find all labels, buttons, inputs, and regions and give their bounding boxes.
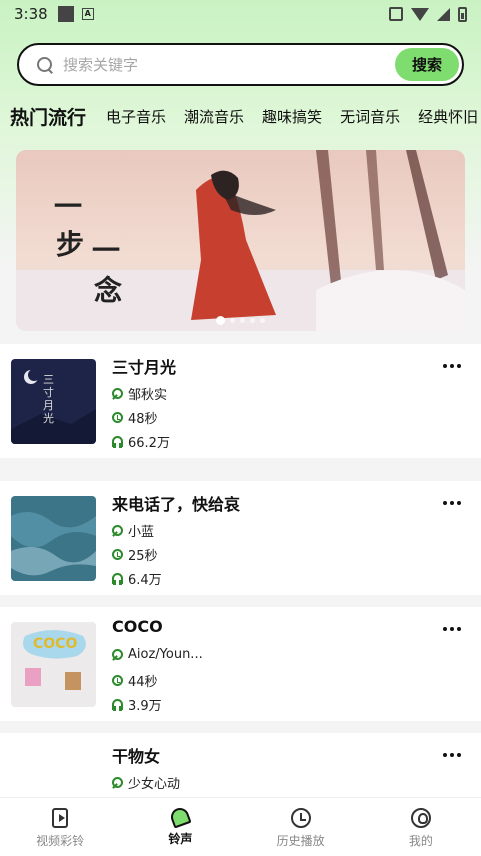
song-item[interactable]: 来电话了，快给哀 小蓝 25秒 6.4万 xyxy=(0,481,481,595)
headphones-icon xyxy=(112,573,123,585)
profile-icon xyxy=(410,808,431,828)
song-plays: 3.9万 xyxy=(112,695,162,714)
banner-carousel[interactable]: 一 步 一 念 xyxy=(16,150,465,331)
search-icon xyxy=(37,56,53,73)
pagination-dot[interactable] xyxy=(260,318,265,323)
song-artist: 小蓝 xyxy=(112,521,154,540)
mic-icon xyxy=(112,388,123,399)
status-bar: 3:38 A xyxy=(0,0,481,28)
wifi-icon xyxy=(411,7,429,21)
pagination-dot[interactable] xyxy=(216,316,225,325)
song-title: 三寸月光 xyxy=(112,358,177,377)
song-duration: 44秒 xyxy=(112,671,158,690)
vibrate-icon xyxy=(389,7,403,21)
tab-electronic[interactable]: 电子音乐 xyxy=(106,106,166,127)
song-title: 来电话了，快给哀 xyxy=(112,495,241,514)
song-title: COCO xyxy=(112,617,163,636)
signal-icon xyxy=(437,7,450,21)
bell-icon xyxy=(168,805,192,829)
headphones-icon xyxy=(112,699,123,711)
nav-ringtone[interactable]: 铃声 xyxy=(120,798,240,856)
song-cover: COCO xyxy=(11,622,96,707)
category-tabs: 热门流行 电子音乐 潮流音乐 趣味搞笑 无词音乐 经典怀旧 xyxy=(0,98,481,134)
nav-history[interactable]: 历史播放 xyxy=(241,798,361,856)
tab-instrumental[interactable]: 无词音乐 xyxy=(340,106,400,127)
song-artist: 邹秋实 xyxy=(112,384,167,403)
mic-icon xyxy=(112,777,123,788)
clock-icon xyxy=(112,675,123,686)
song-title: 干物女 xyxy=(112,747,161,766)
tab-trend[interactable]: 潮流音乐 xyxy=(184,106,244,127)
headphones-icon xyxy=(112,436,123,448)
status-time: 3:38 xyxy=(14,5,48,23)
tab-funny[interactable]: 趣味搞笑 xyxy=(262,106,322,127)
song-plays: 6.4万 xyxy=(112,569,162,588)
search-bar[interactable]: 搜索 xyxy=(17,43,464,86)
more-options-icon[interactable] xyxy=(443,753,461,759)
clock-icon xyxy=(112,549,123,560)
search-input[interactable] xyxy=(63,55,383,74)
banner-pagination[interactable] xyxy=(16,316,465,325)
tab-classic[interactable]: 经典怀旧 xyxy=(418,106,478,127)
pagination-dot[interactable] xyxy=(250,318,255,323)
pagination-dot[interactable] xyxy=(230,318,235,323)
mic-icon xyxy=(112,649,123,660)
pagination-dot[interactable] xyxy=(240,318,245,323)
search-button[interactable]: 搜索 xyxy=(395,48,459,81)
song-item[interactable]: 三寸月光 三寸月光 邹秋实 48秒 66.2万 xyxy=(0,344,481,458)
clock-icon xyxy=(112,412,123,423)
song-duration: 48秒 xyxy=(112,408,158,427)
song-artist: 少女心动 xyxy=(112,773,180,792)
more-options-icon[interactable] xyxy=(443,364,461,370)
song-plays: 66.2万 xyxy=(112,432,170,451)
song-cover: 三寸月光 xyxy=(11,359,96,444)
mic-icon xyxy=(112,525,123,536)
nav-profile[interactable]: 我的 xyxy=(361,798,481,856)
song-artist: Aioz/Youn... xyxy=(112,647,203,662)
banner-calligraphy: 一 步 一 念 xyxy=(54,190,123,307)
video-icon xyxy=(52,808,69,828)
song-item[interactable]: 干物女 少女心动 xyxy=(0,733,481,797)
more-options-icon[interactable] xyxy=(443,501,461,507)
tab-popular[interactable]: 热门流行 xyxy=(10,103,86,130)
bottom-navigation: 视频彩铃 铃声 历史播放 我的 xyxy=(0,797,481,856)
notification-a-icon: A xyxy=(81,8,94,20)
song-item[interactable]: COCO COCO Aioz/Youn... 44秒 3.9万 xyxy=(0,607,481,721)
nav-video-ringtone[interactable]: 视频彩铃 xyxy=(0,798,120,856)
battery-icon xyxy=(458,6,467,22)
more-options-icon[interactable] xyxy=(443,627,461,633)
notification-square-icon xyxy=(57,6,74,22)
song-duration: 25秒 xyxy=(112,545,158,564)
clock-icon xyxy=(290,808,311,828)
song-cover xyxy=(11,496,96,581)
